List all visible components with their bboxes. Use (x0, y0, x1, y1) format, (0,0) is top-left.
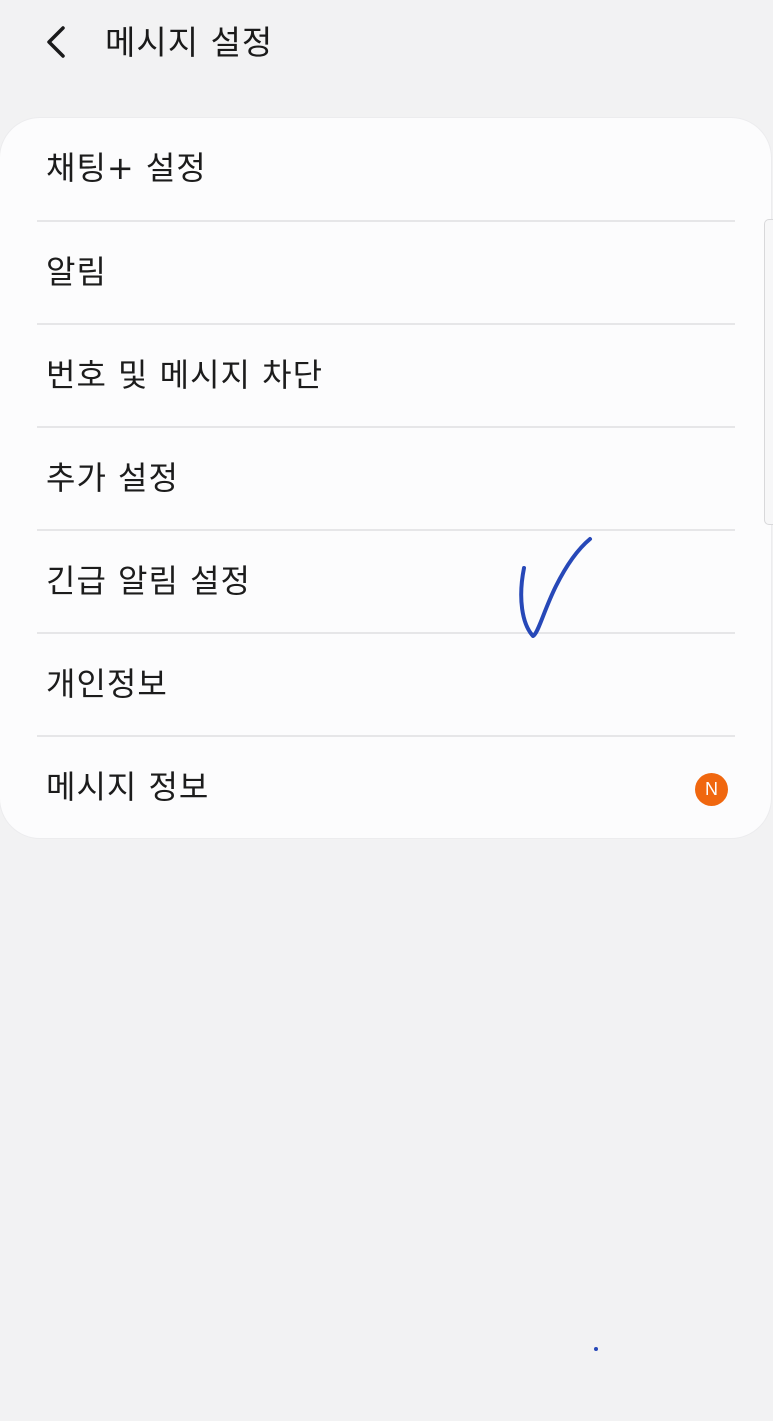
back-button[interactable] (32, 18, 80, 66)
ink-dot (594, 1347, 598, 1351)
menu-item-emergency-alert-settings[interactable]: 긴급 알림 설정 (0, 531, 771, 634)
app-bar: 메시지 설정 (0, 0, 773, 90)
new-badge: N (695, 773, 728, 806)
menu-item-notifications[interactable]: 알림 (0, 222, 771, 325)
menu-item-label: 채팅+ 설정 (46, 149, 207, 187)
menu-item-label: 번호 및 메시지 차단 (46, 356, 324, 394)
menu-item-more-settings[interactable]: 추가 설정 (0, 428, 771, 531)
menu-item-privacy[interactable]: 개인정보 (0, 634, 771, 737)
menu-item-label: 개인정보 (46, 665, 168, 703)
menu-item-label: 긴급 알림 설정 (46, 562, 251, 600)
scroll-indicator[interactable] (764, 219, 773, 525)
page-title: 메시지 설정 (105, 23, 274, 62)
menu-item-label: 메시지 정보 (46, 768, 210, 806)
menu-item-chat-plus-settings[interactable]: 채팅+ 설정 (0, 118, 771, 221)
menu-item-label: 추가 설정 (46, 459, 179, 497)
chevron-left-icon (47, 26, 65, 58)
menu-item-block-numbers-messages[interactable]: 번호 및 메시지 차단 (0, 325, 771, 428)
menu-item-label: 알림 (46, 253, 107, 291)
menu-item-about-messages[interactable]: 메시지 정보 N (0, 737, 771, 840)
settings-list-card: 채팅+ 설정 알림 번호 및 메시지 차단 추가 설정 긴급 알림 설정 개인정… (0, 118, 771, 838)
